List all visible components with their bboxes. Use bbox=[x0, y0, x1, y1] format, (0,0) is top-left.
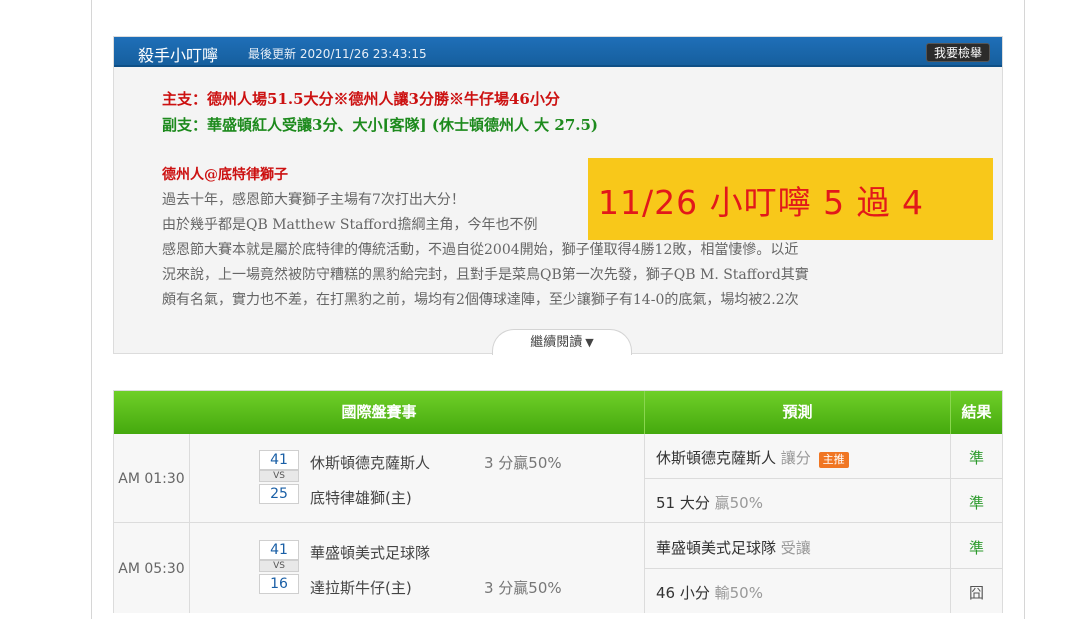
featured-badge: 主推 bbox=[818, 452, 849, 468]
article-paragraph: 過去十年，感恩節大賽獅子主場有7次打出大分！ bbox=[162, 192, 465, 208]
prediction-spread: 華盛頓美式足球隊 受讓 bbox=[656, 537, 811, 558]
vs-label: VS bbox=[259, 560, 299, 572]
article-paragraph: 況來說，上一場竟然被防守糟糕的黑豹給完封，且對手是菜鳥QB第一次先發，獅子QB … bbox=[162, 267, 809, 283]
row-divider bbox=[114, 522, 1002, 523]
vs-label: VS bbox=[259, 470, 299, 482]
result-spread: 準 bbox=[968, 449, 984, 467]
summary-banner: 11/26 小叮嚀 5 過 4 bbox=[588, 158, 993, 240]
sub-pick: 副支：華盛頓紅人受讓3分、大小[客隊] (休士頓德州人 大 27.5) bbox=[162, 116, 599, 134]
read-more-button[interactable]: 繼續閱讀 ▼ bbox=[492, 329, 632, 355]
prediction-type: 受讓 bbox=[780, 539, 811, 557]
column-divider bbox=[189, 434, 190, 613]
main-pick: 主支：德州人場51.5大分※德州人讓3分勝※牛仔場46小分 bbox=[162, 90, 560, 108]
games-table: 國際盤賽事 預測 結果 AM 01:30 41 VS 25 休斯頓德克薩斯人 3… bbox=[113, 390, 1003, 613]
article-paragraph: 感恩節大賽本就是屬於底特律的傳統活動，不過自從2004開始，獅子僅取得4勝12敗… bbox=[162, 242, 799, 258]
article-header: 殺手小叮嚀 最後更新 2020/11/26 23:43:15 我要檢舉 bbox=[114, 37, 1002, 67]
report-button[interactable]: 我要檢舉 bbox=[925, 43, 990, 62]
read-more-label: 繼續閱讀 bbox=[530, 335, 583, 350]
header-result: 結果 bbox=[950, 391, 1002, 434]
summary-banner-text: 11/26 小叮嚀 5 過 4 bbox=[598, 183, 925, 222]
home-team[interactable]: 休斯頓德克薩斯人 bbox=[310, 452, 430, 473]
header-match: 國際盤賽事 bbox=[114, 391, 644, 434]
row-divider bbox=[644, 478, 1002, 479]
home-team[interactable]: 華盛頓美式足球隊 bbox=[310, 542, 430, 563]
column-divider bbox=[644, 434, 645, 613]
result-spread: 準 bbox=[968, 539, 984, 557]
last-updated: 最後更新 2020/11/26 23:43:15 bbox=[248, 47, 427, 61]
article-paragraph: 由於幾乎都是QB Matthew Stafford擔綱主角，今年也不例 bbox=[162, 217, 538, 233]
away-score: 16 bbox=[259, 574, 299, 594]
game-time: AM 05:30 bbox=[118, 561, 185, 577]
header-prediction: 預測 bbox=[644, 391, 950, 434]
prediction-total-value: 51 大分 bbox=[656, 494, 710, 512]
prediction-team: 華盛頓美式足球隊 bbox=[656, 539, 777, 557]
prediction-total-value: 46 小分 bbox=[656, 584, 710, 602]
home-score: 41 bbox=[259, 450, 299, 470]
result-total: 囧 bbox=[968, 584, 984, 602]
home-spread: 3 分贏50% bbox=[484, 454, 562, 472]
prediction-total: 51 大分 贏50% bbox=[656, 492, 763, 513]
author-name[interactable]: 殺手小叮嚀 bbox=[138, 42, 218, 66]
away-team[interactable]: 底特律雄獅(主) bbox=[310, 487, 412, 508]
prediction-total: 46 小分 輸50% bbox=[656, 582, 763, 603]
home-score: 41 bbox=[259, 540, 299, 560]
game-time: AM 01:30 bbox=[118, 471, 185, 487]
result-total: 準 bbox=[968, 494, 984, 512]
prediction-type: 讓分 bbox=[780, 449, 811, 467]
away-team[interactable]: 達拉斯牛仔(主) bbox=[310, 577, 412, 598]
game-title: 德州人@底特律獅子 bbox=[162, 167, 288, 183]
away-score: 25 bbox=[259, 484, 299, 504]
chevron-down-icon: ▼ bbox=[585, 336, 594, 349]
prediction-total-outcome: 輸50% bbox=[714, 584, 763, 602]
prediction-spread: 休斯頓德克薩斯人 讓分 主推 bbox=[656, 447, 849, 468]
away-spread: 3 分贏50% bbox=[484, 579, 562, 597]
prediction-total-outcome: 贏50% bbox=[714, 494, 763, 512]
article-paragraph: 頗有名氣，實力也不差，在打黑豹之前，場均有2個傳球達陣，至少讓獅子有14-0的底… bbox=[162, 292, 799, 308]
prediction-team: 休斯頓德克薩斯人 bbox=[656, 449, 777, 467]
row-divider bbox=[644, 568, 1002, 569]
